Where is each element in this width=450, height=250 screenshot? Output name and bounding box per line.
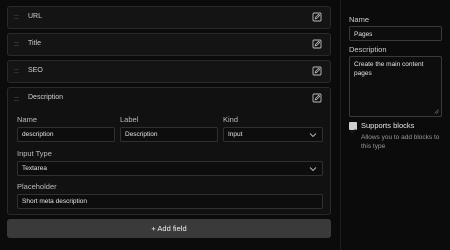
name-input[interactable]: description <box>17 127 115 142</box>
type-name-label: Name <box>349 15 370 24</box>
field-row-url[interactable]: URL <box>7 6 331 29</box>
edit-icon[interactable] <box>312 39 322 49</box>
label-label: Label <box>120 115 139 124</box>
type-name-input[interactable]: Pages <box>349 26 442 41</box>
type-description-value: Create the main content pages <box>354 61 424 77</box>
supports-blocks-label: Supports blocks <box>361 121 415 130</box>
add-field-button[interactable]: + Add field <box>7 219 331 238</box>
drag-handle-icon[interactable] <box>14 97 19 103</box>
type-description-textarea[interactable]: Create the main content pages <box>349 56 442 117</box>
drag-handle-icon[interactable] <box>14 42 19 48</box>
input-type-value: Textarea <box>22 165 47 172</box>
chevron-down-icon <box>309 167 317 172</box>
checkmark-icon <box>350 128 356 134</box>
type-description-label: Description <box>349 45 387 54</box>
field-row-seo[interactable]: SEO <box>7 60 331 83</box>
drag-handle-icon[interactable] <box>14 69 19 75</box>
kind-select[interactable]: Input <box>223 127 323 142</box>
field-row-description-expanded: Description Name description Label Descr… <box>7 87 331 215</box>
fields-panel: URL Title SEO Description Name descripti… <box>7 6 331 238</box>
kind-label: Kind <box>223 115 239 124</box>
label-input[interactable]: Description <box>120 127 218 142</box>
supports-blocks-description: Allows you to add blocks to this type <box>361 134 440 150</box>
supports-blocks-checkbox[interactable] <box>349 122 357 134</box>
chevron-down-icon <box>309 133 317 138</box>
input-type-select[interactable]: Textarea <box>17 161 323 176</box>
name-label: Name <box>17 115 38 124</box>
field-label: Description <box>28 94 64 101</box>
field-label: SEO <box>28 67 43 74</box>
placeholder-input[interactable]: Short meta description <box>17 194 323 209</box>
edit-icon[interactable] <box>312 66 322 76</box>
resize-handle-icon[interactable] <box>434 109 439 114</box>
drag-handle-icon[interactable] <box>14 15 19 21</box>
field-label: URL <box>28 13 43 20</box>
edit-icon[interactable] <box>312 93 322 103</box>
field-label: Title <box>28 40 41 47</box>
panel-divider <box>340 0 341 250</box>
input-type-label: Input Type <box>17 149 52 158</box>
placeholder-label: Placeholder <box>17 182 57 191</box>
kind-value: Input <box>228 131 243 138</box>
edit-icon[interactable] <box>312 12 322 22</box>
field-row-title[interactable]: Title <box>7 33 331 56</box>
